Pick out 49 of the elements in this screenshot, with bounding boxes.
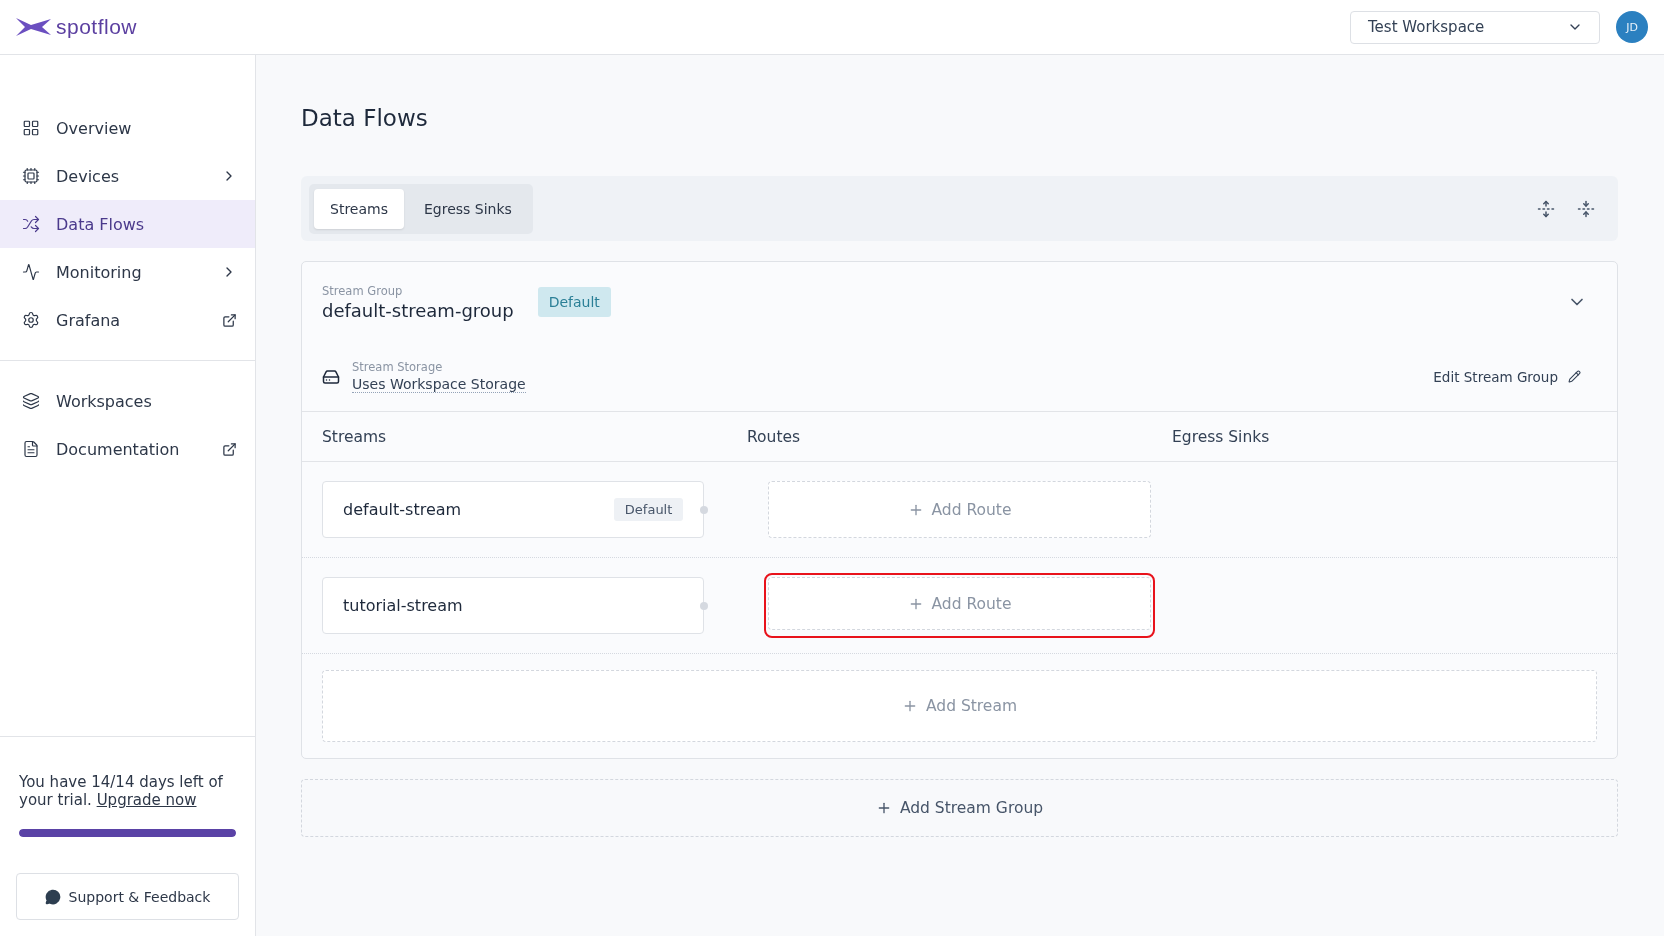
chat-bubble-icon: [44, 888, 61, 905]
page-title: Data Flows: [301, 105, 429, 131]
storage-icon: [322, 367, 340, 386]
pencil-icon: [1568, 370, 1581, 383]
storage-value: Uses Workspace Storage: [352, 376, 526, 393]
trial-message: You have 14/14 days left of your trial. Upgrade now: [19, 773, 224, 809]
external-link-icon: [222, 441, 237, 457]
stream-card[interactable]: tutorial-stream: [322, 577, 705, 634]
logo-text: spotflow: [56, 15, 138, 39]
sidebar-item[interactable]: Documentation: [0, 425, 255, 473]
stream-name: tutorial-stream: [343, 596, 463, 615]
upgrade-link[interactable]: Upgrade now: [96, 791, 197, 809]
tab[interactable]: Egress Sinks: [407, 188, 528, 229]
stream-card[interactable]: default-stream Default: [322, 481, 705, 538]
collapse-vertical-icon: [1577, 199, 1595, 218]
stream-name: default-stream: [343, 500, 462, 519]
sidebar-item[interactable]: Data Flows: [0, 200, 255, 248]
stream-group-label: Stream Group: [322, 283, 404, 298]
default-badge: Default: [537, 287, 611, 317]
logo-icon: [16, 17, 52, 37]
connector-dot: [700, 505, 709, 514]
default-badge: Default: [613, 498, 684, 521]
connector-dot: [700, 601, 709, 610]
chip-icon: [22, 167, 40, 185]
column-header: Streams: [322, 427, 388, 446]
user-avatar[interactable]: JD: [1616, 11, 1648, 43]
support-feedback-button[interactable]: Support & Feedback: [16, 873, 239, 920]
column-header: Egress Sinks: [1172, 427, 1271, 446]
workspace-select[interactable]: Test Workspace: [1350, 10, 1600, 44]
gear-icon: [22, 311, 40, 329]
external-link-icon: [222, 312, 237, 328]
sidebar-item[interactable]: Grafana: [0, 296, 255, 344]
column-header: Routes: [747, 427, 802, 446]
layers-icon: [22, 392, 40, 410]
stream-group-name: default-stream-group: [322, 299, 514, 321]
sidebar-item[interactable]: Overview: [0, 104, 255, 152]
plus-icon: [902, 698, 918, 714]
edit-stream-group-link[interactable]: Edit Stream Group: [1433, 368, 1581, 385]
document-icon: [22, 440, 40, 458]
shuffle-icon: [22, 215, 40, 233]
pulse-icon: [22, 263, 40, 281]
expand-vertical-icon: [1537, 199, 1555, 218]
grid-icon: [22, 119, 40, 137]
sidebar-item[interactable]: Monitoring: [0, 248, 255, 296]
sidebar-item[interactable]: Devices: [0, 152, 255, 200]
tab[interactable]: Streams: [314, 188, 404, 229]
add-stream-group-button[interactable]: Add Stream Group: [301, 779, 1618, 837]
sidebar-item[interactable]: Workspaces: [0, 377, 255, 425]
storage-label: Stream Storage: [352, 360, 444, 374]
